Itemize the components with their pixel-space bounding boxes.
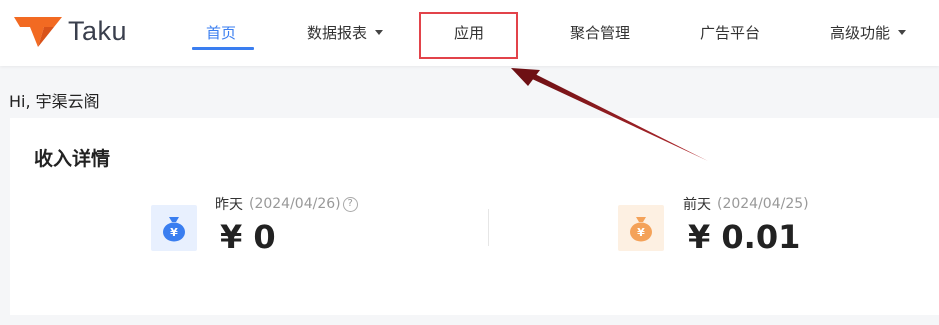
nav-mediation-management-label: 聚合管理 (570, 23, 631, 42)
arrowhead-icon (511, 68, 540, 86)
nav-home-label: 首页 (206, 23, 237, 42)
day-before-income-value: ¥ 0.01 (688, 218, 801, 256)
annotation-highlight-box (419, 12, 518, 59)
nav-home[interactable]: 首页 (206, 20, 236, 44)
greeting-text: Hi, 宇渠云阁 (9, 92, 100, 111)
top-navigation-bar: Taku 首页 数据报表 应用 聚合管理 广告平台 高级功能 (0, 0, 939, 66)
nav-ad-platforms[interactable]: 广告平台 (700, 20, 760, 44)
card-title: 收入详情 (34, 148, 111, 170)
nav-data-reports-label: 数据报表 (307, 23, 368, 42)
money-bag-icon: ¥ (618, 205, 664, 251)
nav-active-indicator (192, 47, 254, 50)
metric-divider (488, 209, 489, 246)
svg-text:¥: ¥ (170, 226, 178, 239)
yesterday-income-value: ¥ 0 (220, 218, 276, 256)
yesterday-date: (2024/04/26) (249, 196, 341, 212)
day-before-date: (2024/04/25) (717, 196, 809, 212)
income-details-card: 收入详情 ¥ 昨天 (2024/04/26) ? ¥ 0 ¥ 前天 (2024/… (10, 118, 939, 315)
nav-advanced-features-label: 高级功能 (830, 23, 891, 42)
taku-logo[interactable]: Taku (14, 14, 127, 48)
nav-advanced-features[interactable]: 高级功能 (830, 20, 907, 44)
nav-mediation-management[interactable]: 聚合管理 (570, 20, 630, 44)
svg-text:¥: ¥ (637, 226, 645, 239)
money-bag-icon: ¥ (151, 205, 197, 251)
nav-data-reports[interactable]: 数据报表 (307, 20, 384, 44)
nav-ad-platforms-label: 广告平台 (700, 23, 761, 42)
brand-name: Taku (68, 15, 128, 46)
caret-down-icon (898, 29, 907, 35)
taku-logo-icon (14, 17, 62, 47)
question-circle-icon[interactable]: ? (342, 196, 358, 212)
day-before-label-text: 前天 (683, 197, 711, 213)
yesterday-label: 昨天 (2024/04/26) ? (215, 194, 358, 214)
caret-down-icon (375, 29, 384, 35)
day-before-label: 前天 (2024/04/25) (683, 194, 809, 214)
yesterday-label-text: 昨天 (215, 197, 243, 213)
